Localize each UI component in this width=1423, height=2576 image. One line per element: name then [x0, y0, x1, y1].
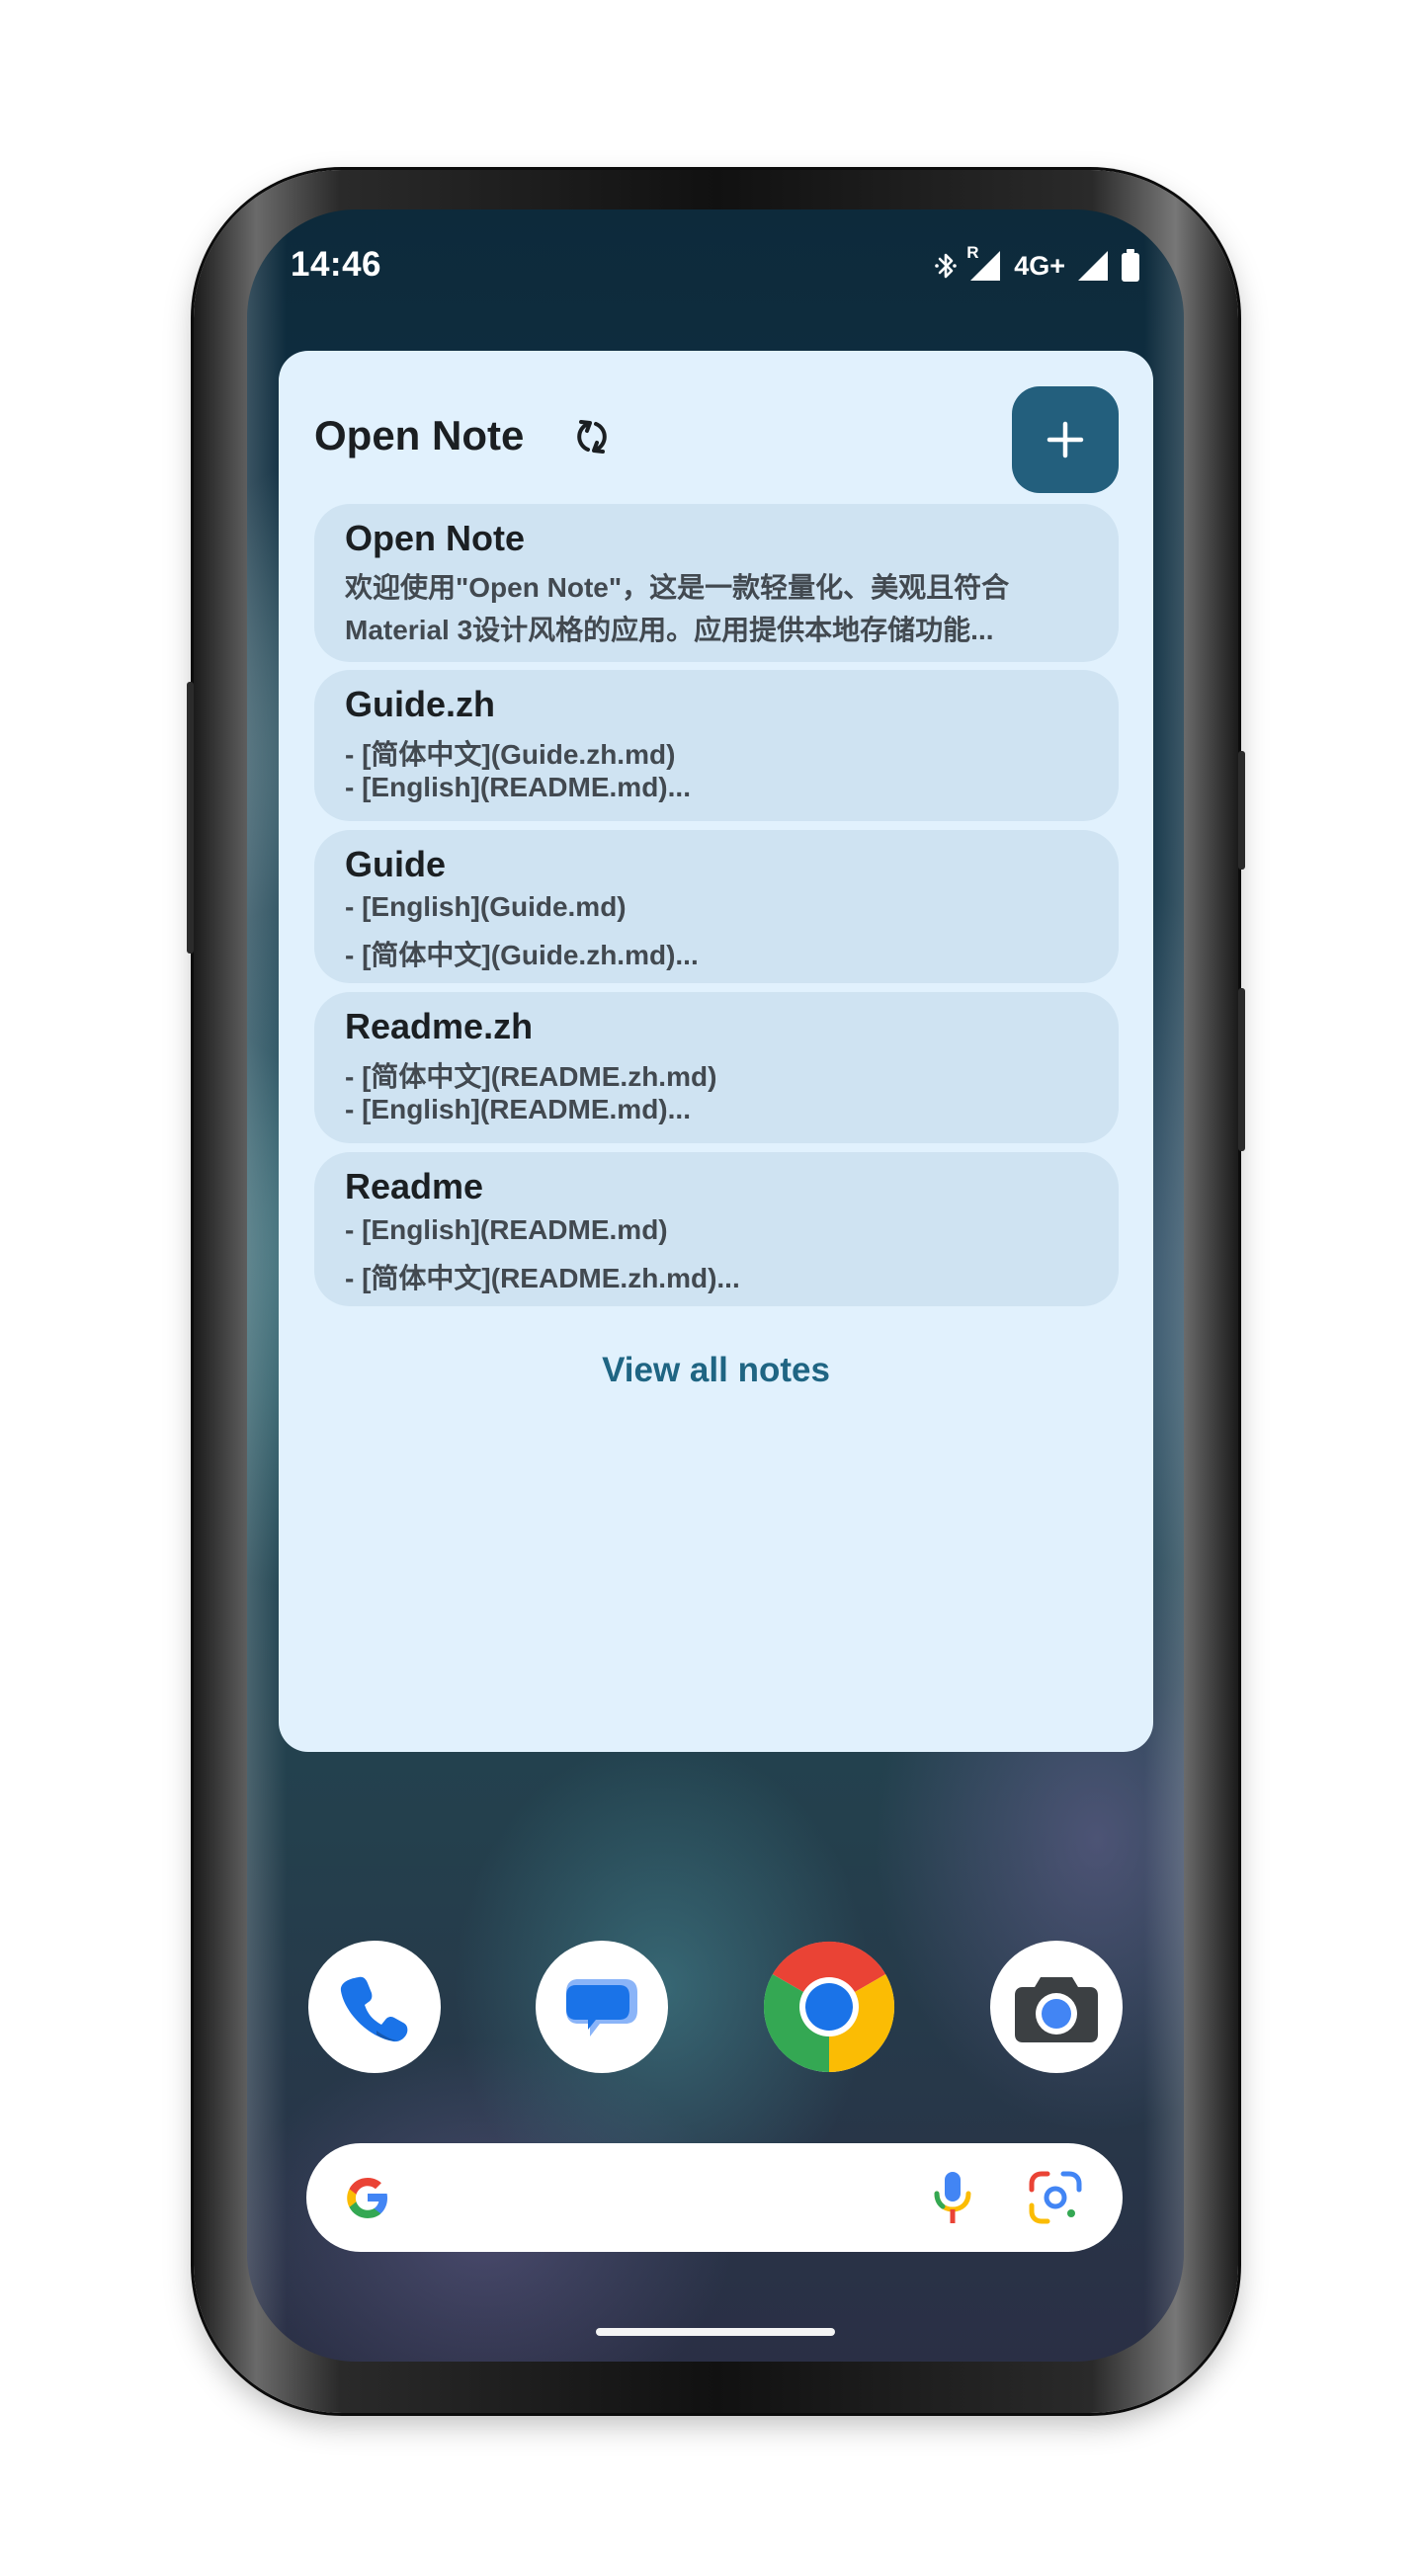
battery-icon: [1122, 249, 1139, 282]
note-card[interactable]: Guide.zh - [简体中文](Guide.zh.md) - [Englis…: [314, 670, 1119, 821]
bluetooth-icon: [935, 253, 958, 279]
note-preview-line: - [English](Guide.md): [345, 891, 627, 922]
status-bar: 14:46 R 4G+: [247, 209, 1184, 318]
phone-app[interactable]: [308, 1941, 441, 2073]
widget-title[interactable]: Open Note: [314, 412, 524, 459]
camera-icon: [1015, 1977, 1098, 2042]
note-preview-line: - [简体中文](README.zh.md): [345, 1061, 717, 1092]
add-note-button[interactable]: [1012, 386, 1119, 493]
volume-button: [187, 682, 194, 954]
note-preview-line: - [English](README.md): [345, 1214, 668, 1245]
status-time: 14:46: [291, 245, 382, 284]
note-preview-line: 欢迎使用"Open Note"，这是一款轻量化、美观且符合: [345, 572, 1010, 603]
chrome-app[interactable]: [763, 1941, 895, 2073]
roaming-label: R: [966, 243, 979, 262]
note-card[interactable]: Guide - [English](Guide.md) - [简体中文](Gui…: [314, 830, 1119, 983]
refresh-icon[interactable]: [571, 416, 613, 457]
gesture-navigation-bar[interactable]: [596, 2328, 835, 2336]
status-icons: R 4G+: [935, 243, 1140, 283]
signal-roaming-icon: R: [966, 243, 1004, 283]
network-type-label: 4G+: [1014, 250, 1065, 281]
note-preview-line: - [简体中文](README.zh.md)...: [345, 1263, 740, 1293]
note-title: Readme.zh: [345, 1006, 534, 1046]
note-title: Open Note: [345, 518, 526, 558]
signal-icon: [1078, 251, 1108, 281]
note-preview-line: - [English](README.md)...: [345, 1094, 691, 1124]
google-search-bar[interactable]: [306, 2143, 1123, 2252]
note-preview-line: - [简体中文](Guide.zh.md)...: [345, 940, 699, 970]
note-title: Readme: [345, 1166, 484, 1206]
messages-icon: [566, 1979, 637, 2036]
chrome-icon: [763, 1941, 895, 2072]
view-all-notes-link[interactable]: View all notes: [279, 1351, 1153, 1390]
google-logo-icon: [347, 2178, 387, 2218]
note-preview-line: - [English](README.md)...: [345, 772, 691, 802]
note-card[interactable]: Readme - [English](README.md) - [简体中文](R…: [314, 1152, 1119, 1306]
messages-app[interactable]: [536, 1941, 668, 2073]
note-preview-line: - [简体中文](Guide.zh.md): [345, 739, 676, 770]
phone-icon: [340, 1976, 408, 2042]
power-button: [1238, 751, 1245, 870]
side-button: [1238, 988, 1245, 1151]
note-title: Guide.zh: [345, 684, 495, 724]
note-card[interactable]: Readme.zh - [简体中文](README.zh.md) - [Engl…: [314, 992, 1119, 1143]
open-note-widget: Open Note Open Note 欢迎使用"Open Note"，这是一款…: [279, 351, 1153, 1752]
note-card[interactable]: Open Note 欢迎使用"Open Note"，这是一款轻量化、美观且符合 …: [314, 504, 1119, 662]
note-preview-line: Material 3设计风格的应用。应用提供本地存储功能...: [345, 615, 994, 645]
camera-app[interactable]: [990, 1941, 1123, 2073]
note-title: Guide: [345, 844, 447, 884]
microphone-icon[interactable]: [929, 2168, 976, 2227]
plus-icon: [1046, 421, 1084, 458]
google-lens-icon[interactable]: [1026, 2168, 1085, 2227]
home-screen: 14:46 R 4G+ Open Note Open Note 欢迎使用"Ope…: [247, 209, 1184, 2362]
